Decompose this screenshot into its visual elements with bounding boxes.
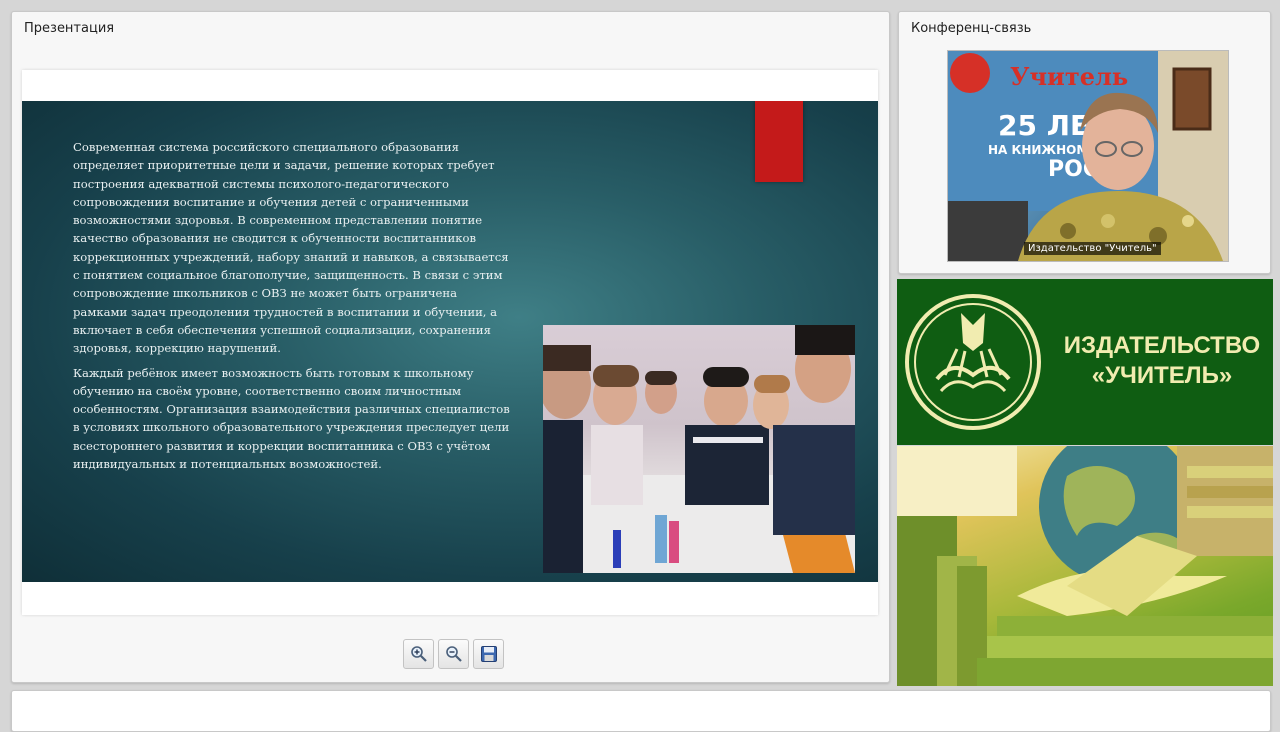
children-photo-illustration xyxy=(543,325,855,573)
books-globe-image xyxy=(897,446,1273,686)
publisher-name-line2: «УЧИТЕЛЬ» xyxy=(1091,362,1233,389)
zoom-in-icon xyxy=(410,646,427,662)
zoom-in-button[interactable] xyxy=(403,639,434,669)
slide: Современная система российского специаль… xyxy=(22,101,878,582)
zoom-out-icon xyxy=(445,646,462,662)
slide-paragraph-1: Современная система российского специаль… xyxy=(73,140,509,356)
participant-label: Издательство "Учитель" xyxy=(1024,242,1161,255)
presentation-title: Презентация xyxy=(24,21,115,36)
save-button[interactable] xyxy=(473,639,504,669)
conference-title: Конференц-связь xyxy=(911,21,1032,36)
poster-line1-text: НА КНИЖНОМ xyxy=(988,143,1088,157)
bottom-panel xyxy=(11,690,1271,732)
publisher-logo-icon xyxy=(905,294,1041,430)
conference-panel: Конференц-связь Учитель 25 ЛЕТ НА КНИЖНО… xyxy=(898,11,1271,274)
books-globe-illustration xyxy=(897,446,1273,686)
poster-brand-text: Учитель xyxy=(1010,62,1128,91)
video-feed[interactable]: Учитель 25 ЛЕТ НА КНИЖНОМ РОС Издательст… xyxy=(947,50,1229,262)
slide-frame: Современная система российского специаль… xyxy=(22,70,878,615)
floppy-disk-icon xyxy=(480,646,497,662)
slide-text: Современная система российского специаль… xyxy=(73,138,513,479)
publisher-name: ИЗДАТЕЛЬСТВО «УЧИТЕЛЬ» xyxy=(1057,331,1267,391)
publisher-name-line1: ИЗДАТЕЛЬСТВО xyxy=(1063,332,1261,359)
video-feed-illustration: Учитель 25 ЛЕТ НА КНИЖНОМ РОС xyxy=(948,51,1228,261)
slide-red-accent xyxy=(755,101,803,182)
publisher-banner: ИЗДАТЕЛЬСТВО «УЧИТЕЛЬ» xyxy=(897,279,1273,445)
presentation-panel: Презентация Современная система российск… xyxy=(11,11,890,683)
zoom-out-button[interactable] xyxy=(438,639,469,669)
slide-paragraph-2: Каждый ребёнок имеет возможность быть го… xyxy=(73,365,510,472)
slide-toolbar xyxy=(403,639,504,669)
slide-children-photo xyxy=(543,325,855,573)
